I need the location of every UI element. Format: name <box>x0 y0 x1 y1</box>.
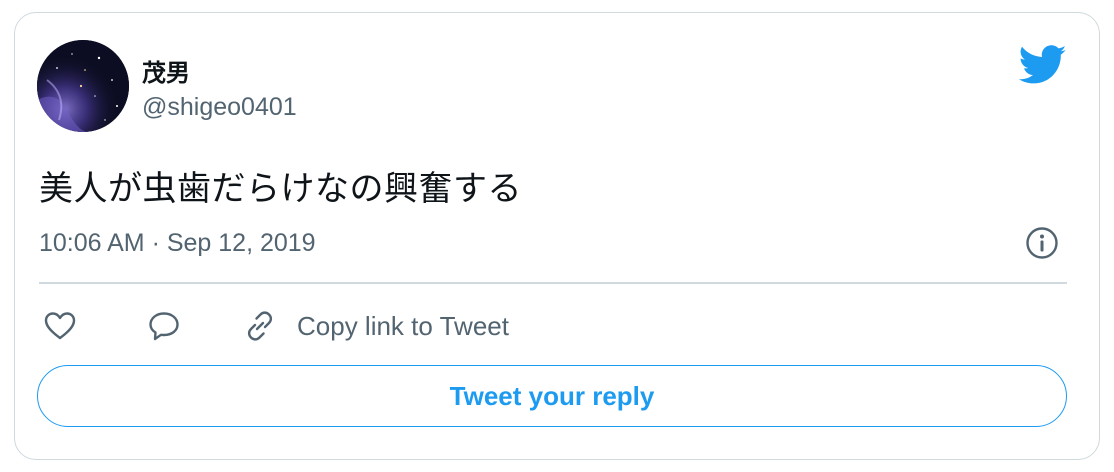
user-handle[interactable]: @shigeo0401 <box>142 93 297 122</box>
twitter-bird-icon[interactable] <box>1018 45 1067 85</box>
display-name[interactable]: 茂男 <box>142 53 190 88</box>
like-button[interactable] <box>43 308 77 344</box>
reply-button[interactable] <box>147 308 181 344</box>
tweet-card[interactable]: 茂男 @shigeo0401 美人が虫歯だらけなの興奮する 10:06 AM ·… <box>14 12 1100 460</box>
galaxy-image <box>37 40 129 132</box>
tweet-your-reply-button[interactable]: Tweet your reply <box>37 365 1067 427</box>
copy-link-label: Copy link to Tweet <box>297 310 509 341</box>
timestamp[interactable]: 10:06 AM · Sep 12, 2019 <box>39 229 316 258</box>
avatar[interactable] <box>37 40 129 132</box>
tweet-text: 美人が虫歯だらけなの興奮する <box>39 169 522 209</box>
speech-bubble-icon <box>149 312 179 341</box>
info-icon[interactable] <box>1025 226 1059 260</box>
divider <box>39 282 1067 284</box>
link-icon <box>247 311 273 341</box>
heart-icon <box>44 312 76 340</box>
copy-link-button[interactable]: Copy link to Tweet <box>243 308 509 344</box>
